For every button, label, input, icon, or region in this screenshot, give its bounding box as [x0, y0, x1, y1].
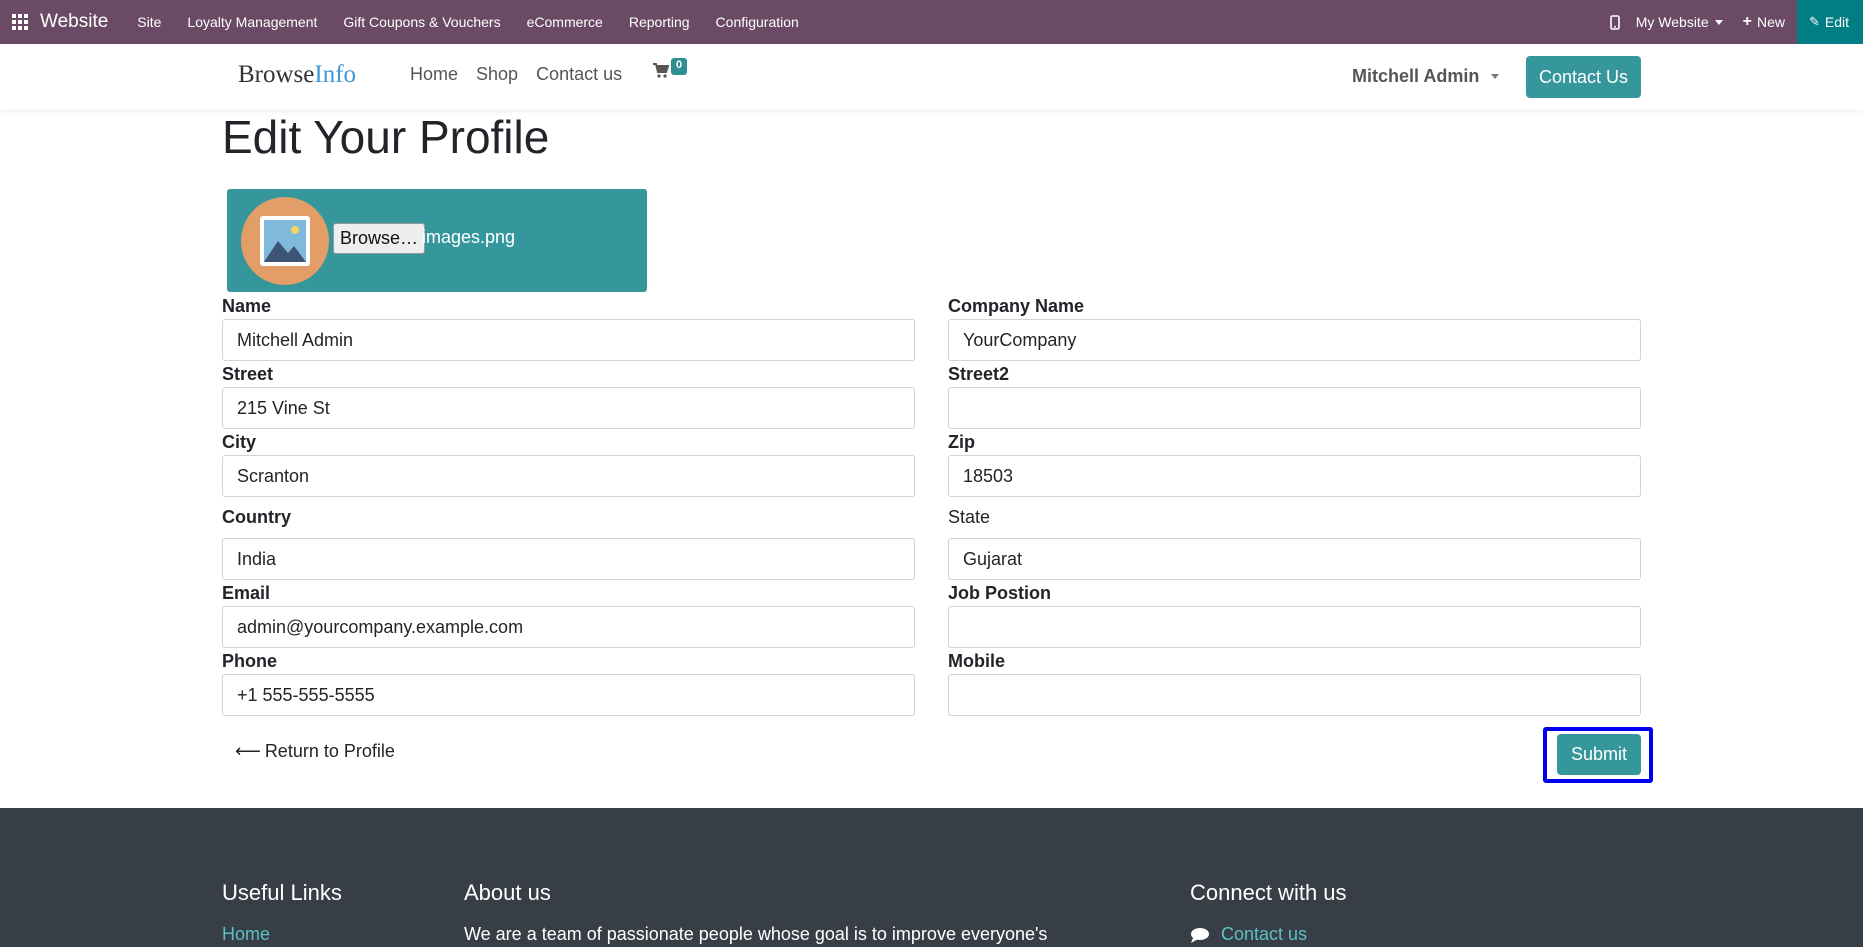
arrow-left-icon: ⟵: [235, 741, 261, 761]
street-label: Street: [222, 364, 274, 384]
edit-button-label: Edit: [1824, 14, 1849, 30]
website-switcher[interactable]: My Website: [1636, 14, 1723, 30]
cart-count-badge: 0: [671, 58, 688, 75]
site-logo[interactable]: BrowseInfo: [238, 61, 356, 89]
selected-file-name: images.png: [422, 227, 516, 247]
zip-label: Zip: [948, 432, 975, 452]
site-header: BrowseInfo Home Shop Contact us 0 Mitche…: [0, 44, 1863, 110]
nav-shop[interactable]: Shop: [476, 64, 518, 85]
website-switcher-label: My Website: [1635, 14, 1709, 30]
plus-icon: +: [1742, 13, 1752, 30]
main-nav: Home Shop Contact us: [410, 64, 640, 85]
admin-right-actions: My Website + New ✎ Edit: [1608, 0, 1863, 44]
image-placeholder-icon: [260, 216, 310, 266]
admin-navbar: Website Site Loyalty Management Gift Cou…: [0, 0, 1863, 44]
name-label: Name: [222, 296, 272, 316]
admin-menu-gift-coupons[interactable]: Gift Coupons & Vouchers: [330, 14, 513, 30]
avatar-upload-panel: Browse… images.png: [227, 189, 647, 292]
cart-link[interactable]: 0: [652, 58, 688, 80]
name-input[interactable]: [222, 319, 915, 361]
street2-label: Street2: [948, 364, 1010, 384]
admin-menu-ecommerce[interactable]: eCommerce: [514, 14, 616, 30]
mobile-label: Mobile: [948, 651, 1005, 671]
street-input[interactable]: [222, 387, 915, 429]
company-name-input[interactable]: [948, 319, 1641, 361]
user-menu[interactable]: Mitchell Admin: [1352, 66, 1500, 87]
contact-us-button[interactable]: Contact Us: [1526, 56, 1641, 98]
footer-link-home[interactable]: Home: [222, 924, 270, 945]
comment-icon: [1191, 928, 1209, 943]
admin-menu-site[interactable]: Site: [124, 14, 174, 30]
state-label: State: [948, 507, 991, 527]
mobile-input[interactable]: [948, 674, 1641, 716]
return-to-profile-link[interactable]: ⟵ Return to Profile: [235, 741, 395, 762]
mobile-preview-icon[interactable]: [1608, 13, 1622, 31]
return-to-profile-label: Return to Profile: [264, 741, 395, 761]
nav-contact-us[interactable]: Contact us: [536, 64, 622, 85]
job-position-input[interactable]: [948, 606, 1641, 648]
apps-grid-icon[interactable]: [0, 0, 40, 44]
submit-button[interactable]: Submit: [1557, 734, 1641, 775]
new-button-label: New: [1756, 14, 1785, 30]
company-name-label: Company Name: [948, 296, 1085, 316]
country-select[interactable]: [222, 538, 915, 580]
admin-brand[interactable]: Website: [40, 11, 108, 33]
about-us-text: We are a team of passionate people whose…: [464, 924, 1048, 944]
admin-menu-reporting[interactable]: Reporting: [616, 14, 703, 30]
caret-down-icon: [1714, 19, 1723, 25]
email-label: Email: [222, 583, 271, 603]
email-input[interactable]: [222, 606, 915, 648]
page-title: Edit Your Profile: [222, 111, 550, 163]
phone-input[interactable]: [222, 674, 915, 716]
shopping-cart-icon: [653, 63, 670, 78]
pencil-icon: ✎: [1808, 14, 1820, 29]
street2-input[interactable]: [948, 387, 1641, 429]
state-select[interactable]: [948, 538, 1641, 580]
nav-home[interactable]: Home: [410, 64, 458, 85]
user-name: Mitchell Admin: [1352, 66, 1480, 86]
logo-text-browse: Browse: [238, 61, 315, 88]
country-label: Country: [222, 507, 291, 527]
browse-file-button[interactable]: Browse…: [333, 223, 426, 254]
connect-heading: Connect with us: [1190, 880, 1347, 905]
job-position-label: Job Postion: [948, 583, 1051, 603]
site-footer: Useful Links Home About us We are a team…: [0, 808, 1863, 947]
admin-menu: Site Loyalty Management Gift Coupons & V…: [124, 14, 812, 30]
footer-contact-us-link[interactable]: Contact us: [1221, 924, 1307, 945]
city-label: City: [222, 432, 257, 452]
logo-text-info: Info: [314, 61, 357, 88]
zip-input[interactable]: [948, 455, 1641, 497]
city-input[interactable]: [222, 455, 915, 497]
new-button[interactable]: + New: [1743, 13, 1785, 31]
caret-down-icon: [1491, 74, 1500, 79]
admin-menu-loyalty[interactable]: Loyalty Management: [174, 14, 330, 30]
admin-menu-configuration[interactable]: Configuration: [703, 14, 812, 30]
phone-label: Phone: [222, 651, 278, 671]
about-us-heading: About us: [464, 880, 551, 905]
avatar: [241, 197, 329, 285]
useful-links-heading: Useful Links: [222, 880, 342, 905]
edit-button[interactable]: ✎ Edit: [1796, 0, 1863, 44]
